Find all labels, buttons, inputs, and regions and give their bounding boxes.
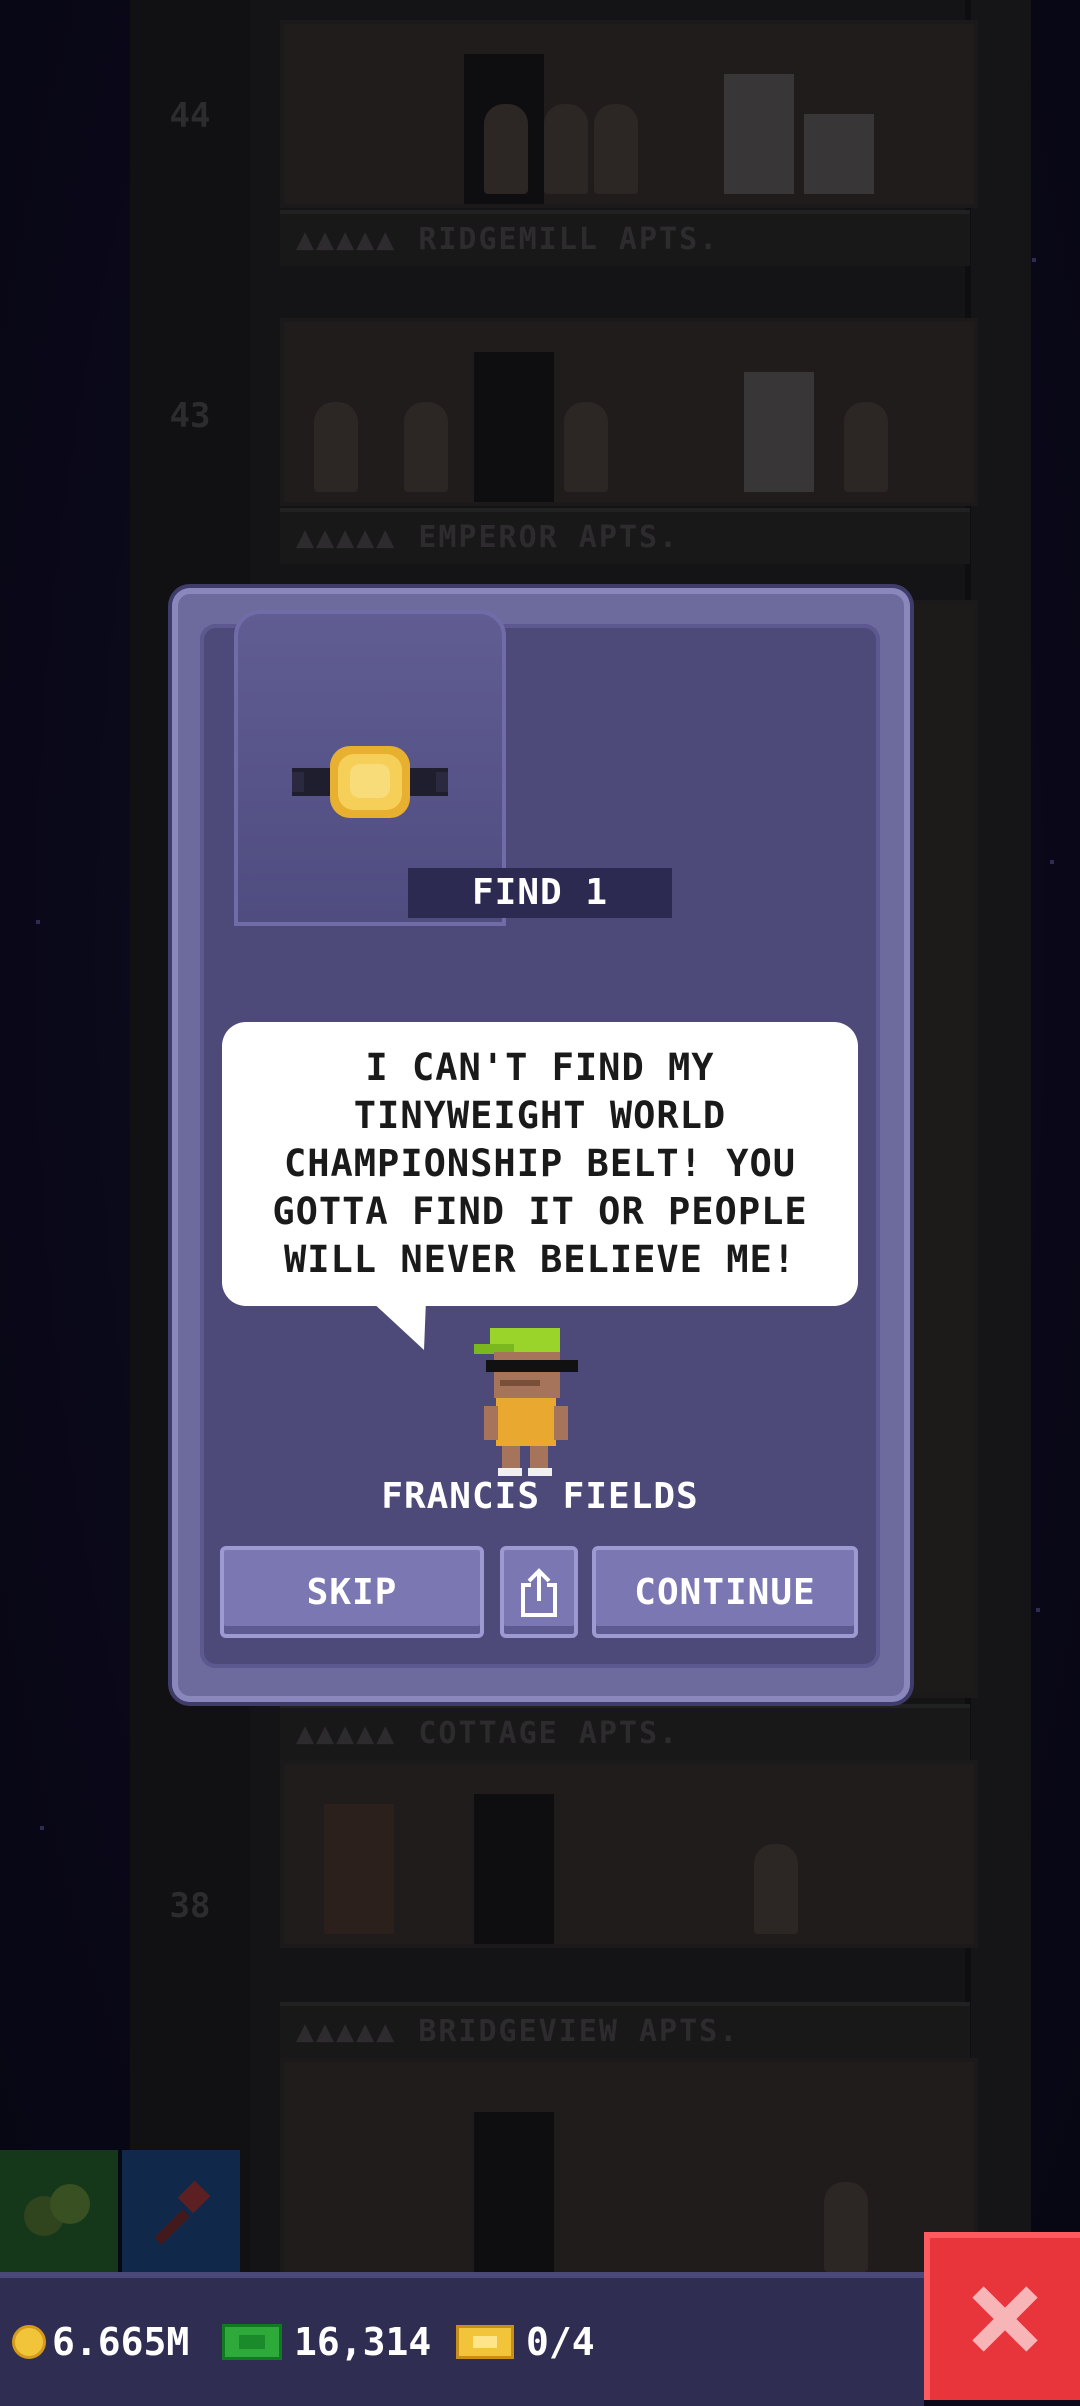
close-button[interactable] (924, 2232, 1080, 2400)
character-name: FRANCIS FIELDS (381, 1476, 699, 1517)
bux-stat[interactable]: 16,314 (222, 2314, 431, 2370)
bux-icon (222, 2324, 282, 2360)
continue-button[interactable]: CONTINUE (592, 1546, 858, 1638)
golden-ticket-icon (456, 2325, 514, 2359)
coins-stat[interactable]: 6.665M (12, 2314, 189, 2370)
speech-text: I CAN'T FIND MY TINYWEIGHT WORLD CHAMPIO… (272, 1046, 808, 1281)
skip-label: SKIP (306, 1571, 398, 1613)
coin-icon (12, 2325, 46, 2359)
skip-button[interactable]: SKIP (220, 1546, 484, 1638)
speech-bubble-tail (370, 1300, 426, 1350)
speech-bubble: I CAN'T FIND MY TINYWEIGHT WORLD CHAMPIO… (222, 1022, 858, 1306)
close-icon (972, 2286, 1038, 2352)
status-bar: 6.665M 16,314 0/4 (0, 2272, 924, 2406)
share-icon (521, 1568, 557, 1617)
tickets-stat[interactable]: 0/4 (456, 2314, 595, 2370)
francis-fields-character (474, 1328, 578, 1476)
championship-belt-icon (292, 746, 448, 818)
continue-label: CONTINUE (634, 1571, 816, 1613)
tickets-value: 0/4 (526, 2320, 595, 2364)
share-button[interactable] (500, 1546, 578, 1638)
coins-value: 6.665M (52, 2320, 190, 2364)
bux-value: 16,314 (294, 2320, 432, 2364)
find-count-label: FIND 1 (408, 868, 672, 918)
